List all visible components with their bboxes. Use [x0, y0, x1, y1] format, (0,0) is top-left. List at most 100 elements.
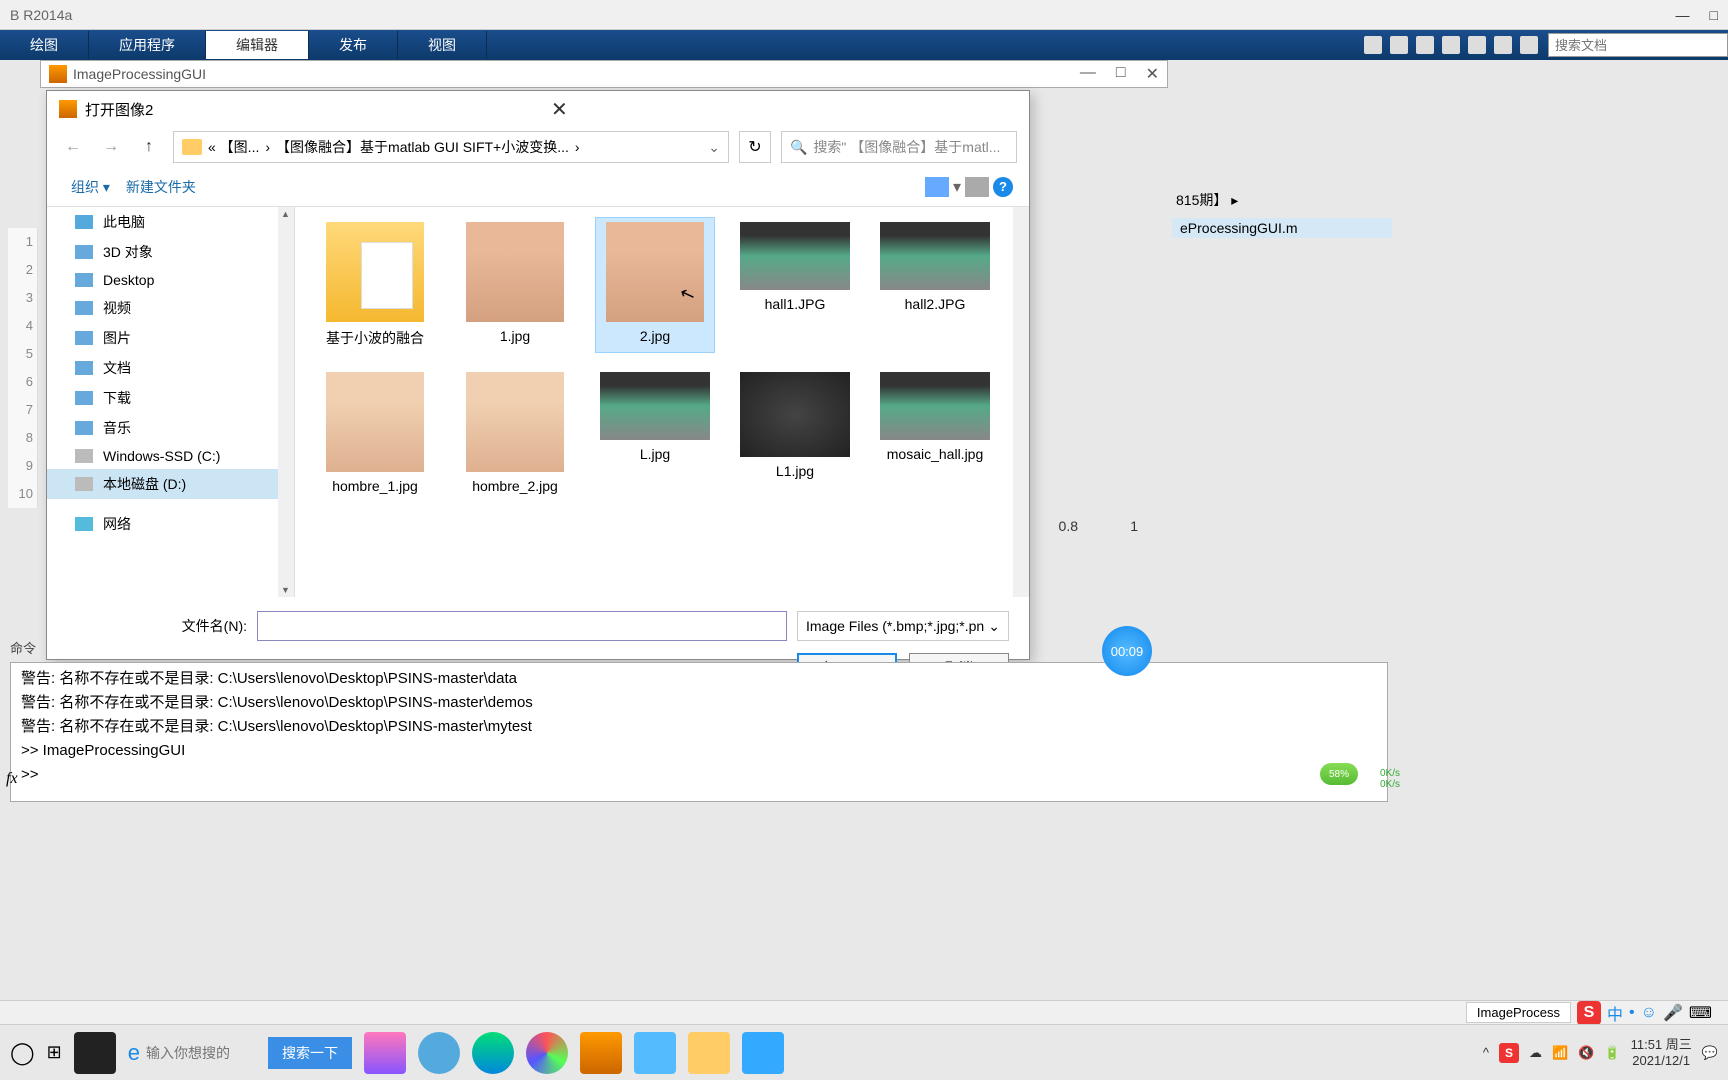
cut-icon[interactable] [1390, 36, 1408, 54]
fx-prompt-icon[interactable]: fx [6, 770, 18, 788]
battery-badge[interactable]: 58% [1320, 763, 1358, 785]
network-icon[interactable]: 📶 [1552, 1045, 1568, 1061]
ie-icon[interactable] [418, 1032, 460, 1074]
sidebar-item-pictures[interactable]: 图片 [47, 323, 294, 353]
file-item[interactable]: 2.jpg [595, 217, 715, 353]
scrollbar[interactable] [278, 207, 294, 597]
status-file[interactable]: ImageProcess [1466, 1002, 1571, 1023]
undo-icon[interactable] [1468, 36, 1486, 54]
close-icon[interactable]: ✕ [551, 97, 1017, 122]
dialog-search[interactable]: 🔍 搜索" 【图像融合】基于matl... [781, 131, 1017, 163]
sidebar-item-this-pc[interactable]: 此电脑 [47, 207, 294, 237]
folder-path[interactable]: 815期】 ▸ [1172, 186, 1392, 214]
close-icon[interactable]: ✕ [1146, 64, 1159, 84]
sidebar-item-documents[interactable]: 文档 [47, 353, 294, 383]
app-icon[interactable] [74, 1032, 116, 1074]
ime-indicator[interactable]: 中 [1607, 1001, 1623, 1025]
taskbar-search-input[interactable] [146, 1038, 256, 1068]
copy-icon[interactable] [1416, 36, 1434, 54]
clock[interactable]: 11:51 周三 2021/12/1 [1631, 1037, 1692, 1068]
tab-editor[interactable]: 编辑器 [206, 31, 309, 59]
tab-apps[interactable]: 应用程序 [89, 31, 206, 59]
photos-icon[interactable] [742, 1032, 784, 1074]
battery-icon[interactable]: 🔋 [1604, 1045, 1620, 1061]
matlab-icon[interactable] [580, 1032, 622, 1074]
gui-window-title: ImageProcessingGUI [73, 66, 1080, 82]
new-folder-button[interactable]: 新建文件夹 [118, 173, 204, 201]
file-item[interactable]: L.jpg [595, 367, 715, 499]
tab-publish[interactable]: 发布 [309, 31, 398, 59]
start-icon[interactable]: ◯ [10, 1040, 35, 1066]
explorer-icon[interactable] [688, 1032, 730, 1074]
file-item[interactable]: hombre_2.jpg [455, 367, 575, 499]
chevron-down-icon[interactable]: ▾ [953, 177, 961, 197]
search-icon: 🔍 [790, 139, 807, 156]
maximize-icon[interactable]: □ [1116, 64, 1126, 84]
command-window[interactable]: 警告: 名称不存在或不是目录: C:\Users\lenovo\Desktop\… [10, 662, 1388, 802]
minimize-icon[interactable]: — [1080, 64, 1096, 84]
browser-icon[interactable] [526, 1032, 568, 1074]
edge-icon[interactable] [472, 1032, 514, 1074]
filename-input[interactable] [257, 611, 787, 641]
notification-icon[interactable]: 💬 [1702, 1045, 1718, 1061]
sidebar-item-3d[interactable]: 3D 对象 [47, 237, 294, 267]
taskbar-search[interactable]: e [128, 1038, 256, 1068]
sidebar-item-music[interactable]: 音乐 [47, 413, 294, 443]
emoji-icon[interactable]: ☺ [1641, 1004, 1657, 1022]
breadcrumb[interactable]: « 【图... › 【图像融合】基于matlab GUI SIFT+小波变换..… [173, 131, 729, 163]
app-icon[interactable] [364, 1032, 406, 1074]
file-item-folder[interactable]: 基于小波的融合 [315, 217, 435, 353]
forward-icon[interactable]: → [97, 133, 125, 161]
tab-plot[interactable]: 绘图 [0, 31, 89, 59]
network-speed: 0K/s0K/s [1380, 768, 1400, 790]
organize-button[interactable]: 组织 ▾ [63, 173, 118, 201]
sidebar-item-videos[interactable]: 视频 [47, 293, 294, 323]
mic-icon[interactable]: 🎤 [1663, 1003, 1683, 1023]
command-window-label: 命令 [10, 638, 36, 657]
maximize-icon[interactable]: □ [1710, 7, 1718, 23]
back-icon[interactable]: ← [59, 133, 87, 161]
sidebar-item-network[interactable]: 网络 [47, 509, 294, 539]
paste-icon[interactable] [1442, 36, 1460, 54]
help-icon[interactable]: ? [993, 177, 1013, 197]
sidebar-item-drive-d[interactable]: 本地磁盘 (D:) [47, 469, 294, 499]
ie-icon: e [128, 1040, 140, 1066]
file-item[interactable]: hombre_1.jpg [315, 367, 435, 499]
tab-view[interactable]: 视图 [398, 31, 487, 59]
redo-icon[interactable] [1494, 36, 1512, 54]
file-item[interactable]: L1.jpg [735, 367, 855, 499]
sidebar-item-desktop[interactable]: Desktop [47, 267, 294, 293]
file-item[interactable]: hall2.JPG [875, 217, 995, 353]
system-tray: ^ S ☁ 📶 🔇 🔋 11:51 周三 2021/12/1 💬 [1483, 1037, 1718, 1068]
preview-pane-icon[interactable] [965, 177, 989, 197]
search-button[interactable]: 搜索一下 [268, 1037, 352, 1069]
recording-timer-badge[interactable]: 00:09 [1102, 626, 1152, 676]
search-docs-input[interactable] [1548, 33, 1728, 57]
ime-icon[interactable]: • [1629, 1004, 1635, 1022]
keyboard-icon[interactable]: ⌨ [1689, 1003, 1712, 1023]
view-mode-icon[interactable] [925, 177, 949, 197]
file-item[interactable]: hall1.JPG [735, 217, 855, 353]
sogou-icon[interactable]: S [1499, 1043, 1519, 1063]
help-icon[interactable] [1520, 36, 1538, 54]
onedrive-icon[interactable]: ☁ [1529, 1045, 1542, 1061]
sidebar-item-drive-c[interactable]: Windows-SSD (C:) [47, 443, 294, 469]
save-icon[interactable] [1364, 36, 1382, 54]
task-view-icon[interactable]: ⊞ [47, 1042, 62, 1063]
refresh-icon[interactable]: ↻ [739, 131, 771, 163]
file-entry[interactable]: eProcessingGUI.m [1172, 218, 1392, 238]
volume-icon[interactable]: 🔇 [1578, 1045, 1594, 1061]
file-filter-select[interactable]: Image Files (*.bmp;*.jpg;*.pn⌄ [797, 611, 1009, 641]
up-icon[interactable]: ↑ [135, 133, 163, 161]
scrollbar[interactable] [1013, 207, 1029, 597]
chevron-up-icon[interactable]: ^ [1483, 1045, 1489, 1060]
editor-gutter: 123 456 789 10 [8, 228, 38, 508]
sogou-icon[interactable]: S [1577, 1001, 1601, 1025]
chevron-down-icon[interactable]: ⌄ [708, 139, 720, 156]
file-item[interactable]: mosaic_hall.jpg [875, 367, 995, 499]
dialog-titlebar: 打开图像2 ✕ [47, 91, 1029, 127]
app-icon[interactable] [634, 1032, 676, 1074]
sidebar-item-downloads[interactable]: 下载 [47, 383, 294, 413]
file-item[interactable]: 1.jpg [455, 217, 575, 353]
minimize-icon[interactable]: — [1676, 7, 1690, 23]
